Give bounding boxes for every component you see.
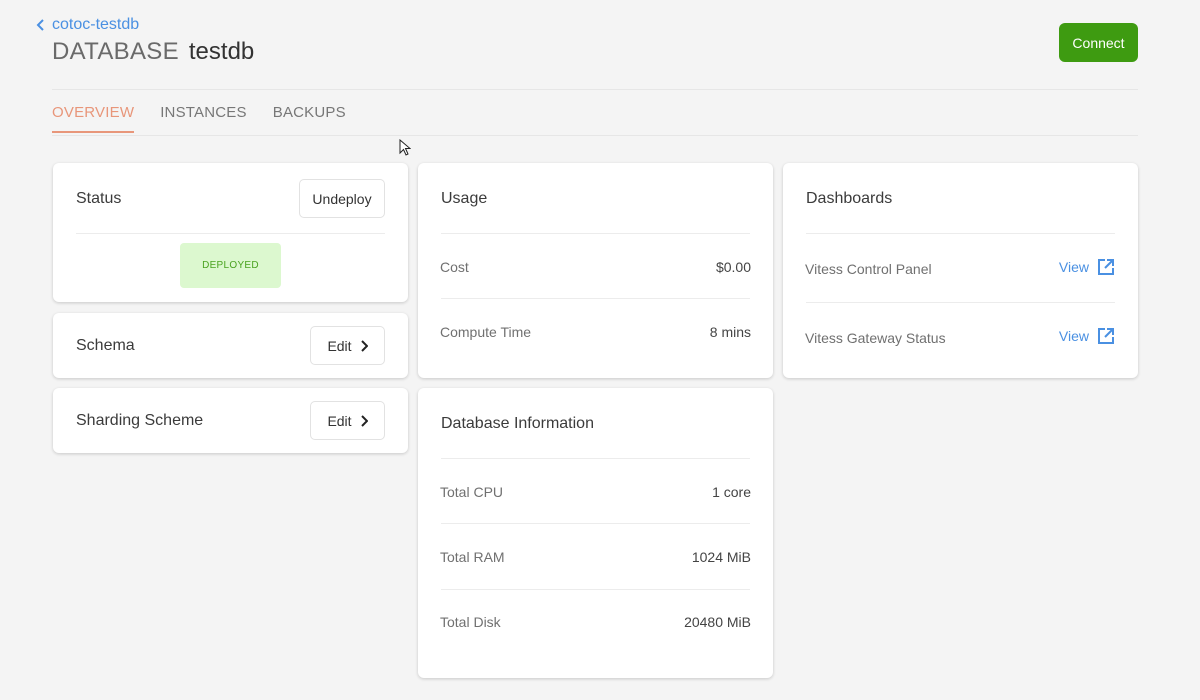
chevron-left-icon (36, 19, 44, 31)
dashboards-card: Dashboards Vitess Control Panel View Vit… (783, 163, 1138, 378)
database-info-card: Database Information Total CPU 1 core To… (418, 388, 773, 678)
chevron-right-icon (360, 339, 368, 352)
vitess-control-panel-view-link[interactable]: View (1059, 258, 1115, 276)
status-badge: DEPLOYED (180, 243, 281, 288)
tab-instances[interactable]: INSTANCES (160, 104, 247, 133)
page-title-prefix: DATABASE (52, 38, 179, 65)
status-card-title: Status (76, 190, 122, 207)
vitess-gateway-status-view-link[interactable]: View (1059, 327, 1115, 345)
dashboards-divider (806, 233, 1115, 234)
total-disk-label: Total Disk (440, 614, 501, 630)
usage-compute-time-label: Compute Time (440, 324, 532, 340)
schema-card: Schema Edit (53, 313, 408, 378)
back-link[interactable]: cotoc-testdb (36, 16, 139, 34)
page-title: DATABASE testdb (52, 38, 254, 66)
schema-card-title: Schema (76, 337, 135, 354)
dashboards-card-title: Dashboards (806, 190, 893, 207)
tab-bar: OVERVIEW INSTANCES BACKUPS (52, 104, 346, 133)
vitess-control-panel-label: Vitess Control Panel (805, 261, 932, 277)
external-link-icon (1098, 328, 1114, 344)
database-info-title: Database Information (441, 415, 594, 432)
undeploy-button[interactable]: Undeploy (299, 179, 385, 218)
database-info-divider (441, 589, 750, 590)
back-link-label[interactable]: cotoc-testdb (52, 16, 139, 34)
external-link-icon (1098, 259, 1114, 275)
schema-edit-label: Edit (327, 337, 352, 354)
tabs-divider (52, 135, 1138, 136)
chevron-right-icon (360, 414, 368, 427)
view-link-label: View (1058, 259, 1089, 275)
database-info-divider (441, 458, 750, 459)
status-card: Status Undeploy DEPLOYED (53, 163, 408, 302)
usage-compute-time-value: 8 mins (709, 324, 751, 340)
usage-cost-label: Cost (440, 259, 469, 275)
total-cpu-value: 1 core (712, 484, 751, 500)
tab-backups[interactable]: BACKUPS (273, 104, 346, 133)
usage-divider (441, 233, 750, 234)
database-info-divider (441, 523, 750, 524)
sharding-card-title: Sharding Scheme (76, 412, 204, 429)
sharding-edit-button[interactable]: Edit (310, 401, 385, 440)
header-divider (52, 89, 1138, 90)
schema-edit-button[interactable]: Edit (310, 326, 385, 365)
view-link-label: View (1058, 328, 1089, 344)
usage-card-title: Usage (441, 190, 488, 207)
usage-divider (441, 298, 750, 299)
vitess-gateway-status-label: Vitess Gateway Status (805, 330, 946, 346)
total-ram-label: Total RAM (440, 549, 505, 565)
usage-cost-value: $0.00 (715, 259, 751, 275)
total-disk-value: 20480 MiB (684, 614, 751, 630)
tab-overview[interactable]: OVERVIEW (52, 104, 135, 133)
dashboards-divider (806, 302, 1115, 303)
page-title-name: testdb (188, 38, 255, 65)
sharding-card: Sharding Scheme Edit (53, 388, 408, 453)
total-cpu-label: Total CPU (440, 484, 504, 500)
status-card-divider (76, 233, 385, 234)
connect-button[interactable]: Connect (1059, 23, 1138, 62)
usage-card: Usage Cost $0.00 Compute Time 8 mins (418, 163, 773, 378)
mouse-cursor-icon (399, 139, 411, 156)
sharding-edit-label: Edit (327, 412, 352, 429)
total-ram-value: 1024 MiB (691, 549, 751, 565)
